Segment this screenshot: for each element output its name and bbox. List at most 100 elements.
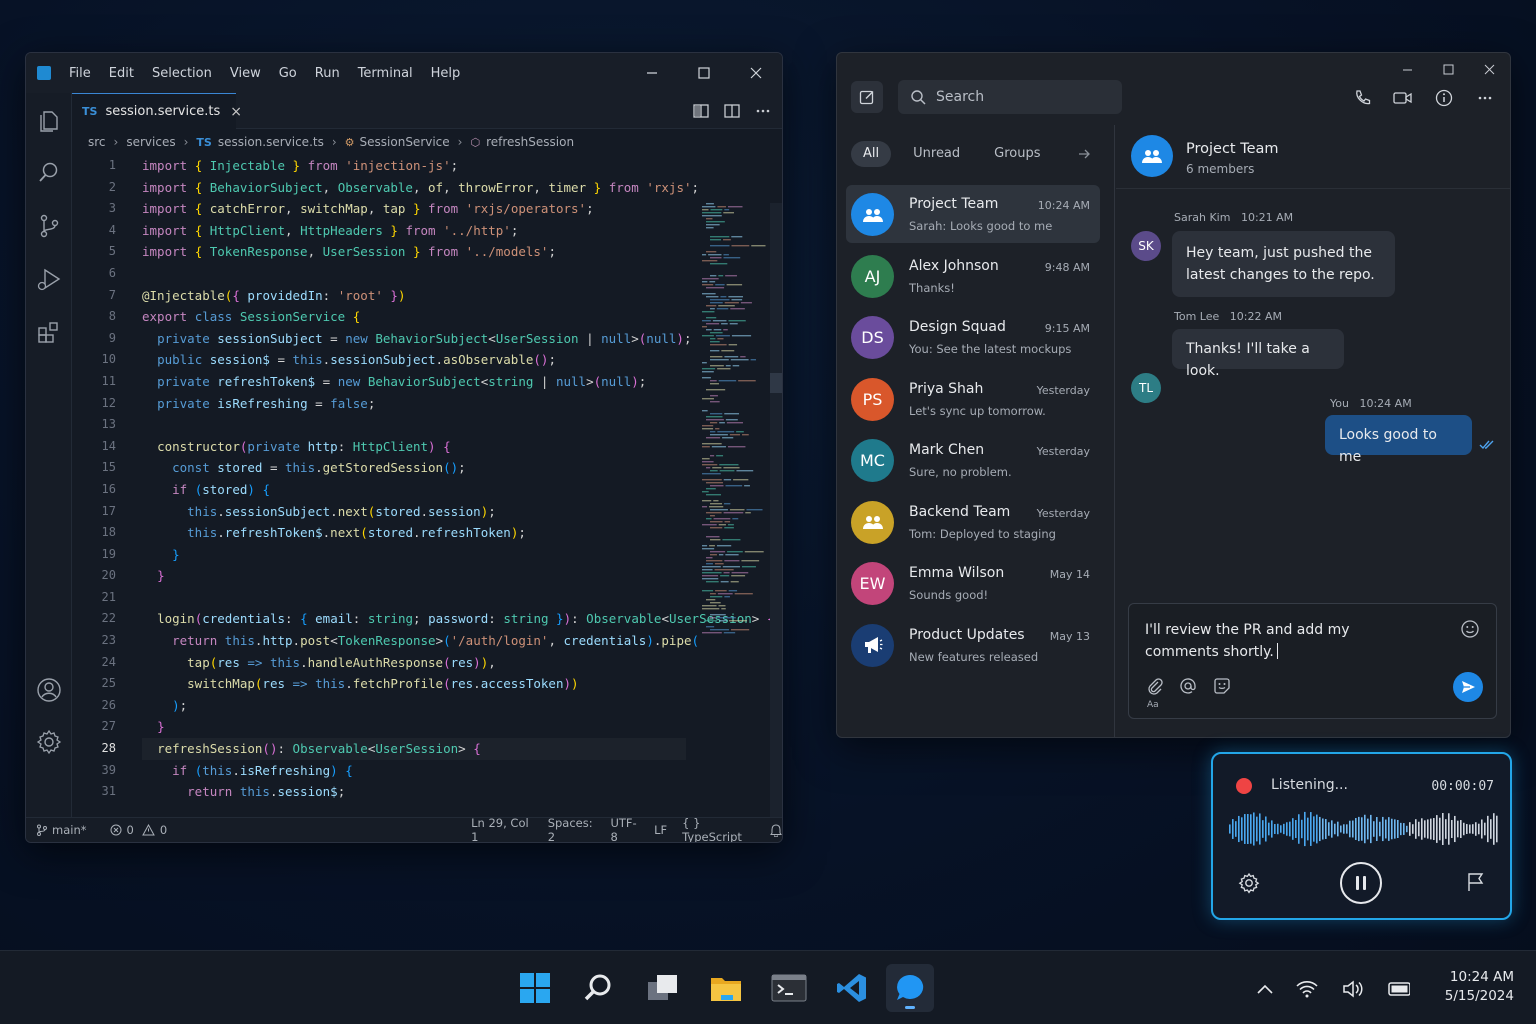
extensions-icon[interactable] (35, 318, 63, 346)
code-line[interactable]: return this.session$; (142, 781, 686, 803)
code-line[interactable] (142, 587, 686, 609)
vscode-taskbar-button[interactable] (828, 964, 876, 1012)
maximize-button[interactable] (678, 53, 730, 93)
system-clock[interactable]: 10:24 AM 5/15/2024 (1445, 968, 1514, 1006)
voice-settings-button[interactable] (1238, 872, 1260, 894)
minimap[interactable] (698, 203, 768, 643)
chat-maximize-button[interactable] (1428, 53, 1469, 85)
code-line[interactable]: ); (142, 695, 686, 717)
chat-close-button[interactable] (1469, 53, 1510, 85)
code-line[interactable]: private isRefreshing = false; (142, 393, 686, 415)
breadcrumb-src[interactable]: src (88, 135, 106, 149)
breadcrumb-services[interactable]: services (126, 135, 175, 149)
menu-run[interactable]: Run (315, 66, 340, 81)
conversation-item[interactable]: Backend Team Tom: Deployed to staging Yest… (846, 493, 1100, 551)
more-options-button[interactable] (1474, 87, 1496, 109)
new-chat-button[interactable] (851, 81, 883, 113)
message-bubble[interactable]: Thanks! I'll take a look. (1172, 329, 1344, 379)
taskbar-search-button[interactable] (574, 964, 622, 1012)
split-editor-icon[interactable] (723, 102, 741, 120)
menu-file[interactable]: File (69, 66, 91, 81)
code-line[interactable]: this.refreshToken$.next(stored.refreshTo… (142, 522, 686, 544)
code-line[interactable]: const stored = this.getStoredSession(); (142, 457, 686, 479)
code-line[interactable]: login(credentials: { email: string; pass… (142, 608, 774, 630)
code-editor[interactable]: 1 2 3 4 5 6 7 8 9 10 11 12 13 14 15 16 17 18 19 20 21 22 23 24 2… (72, 155, 782, 842)
notifications-bell-icon[interactable] (770, 823, 782, 837)
wifi-icon[interactable] (1296, 978, 1318, 1000)
send-button[interactable] (1453, 672, 1483, 702)
composer-input[interactable]: I'll review the PR and add my comments s… (1145, 619, 1385, 663)
call-button[interactable] (1351, 87, 1373, 109)
account-icon[interactable] (35, 676, 63, 704)
menu-view[interactable]: View (230, 66, 261, 81)
task-view-button[interactable] (639, 964, 687, 1012)
volume-icon[interactable] (1342, 978, 1364, 1000)
conversation-item[interactable]: MC Mark Chen Sure, no problem. Yesterday (846, 431, 1100, 489)
code-line[interactable]: constructor(private http: HttpClient) { (142, 436, 686, 458)
message-bubble[interactable]: Hey team, just pushed the latest changes… (1172, 231, 1395, 297)
conversation-item[interactable]: Project Team Sarah: Looks good to me 10:24… (846, 185, 1100, 243)
code-line[interactable]: refreshSession(): Observable<UserSession… (142, 738, 686, 760)
code-line[interactable]: export class SessionService { (142, 306, 686, 328)
mention-icon[interactable] (1178, 676, 1198, 696)
indentation[interactable]: Spaces: 2 (548, 816, 596, 842)
run-debug-icon[interactable] (35, 265, 63, 293)
code-line[interactable] (142, 414, 686, 436)
code-line[interactable]: import { Injectable } from 'injection-js… (142, 155, 686, 177)
code-line[interactable]: } (142, 565, 686, 587)
video-call-button[interactable] (1392, 87, 1414, 109)
emoji-icon[interactable] (1460, 619, 1480, 639)
editor-scrollbar[interactable] (770, 203, 782, 842)
code-line[interactable]: private sessionSubject = new BehaviorSub… (142, 328, 691, 350)
code-line[interactable]: import { BehaviorSubject, Observable, of… (142, 177, 699, 199)
menu-edit[interactable]: Edit (109, 66, 134, 81)
code-line[interactable]: tap(res => this.handleAuthResponse(res))… (142, 652, 686, 674)
format-text-label[interactable]: Aa (1147, 700, 1159, 710)
search-icon[interactable] (35, 159, 63, 187)
message-bubble-own[interactable]: Looks good to me (1325, 415, 1472, 465)
battery-icon[interactable] (1388, 978, 1410, 1000)
code-line[interactable]: private refreshToken$ = new BehaviorSubj… (142, 371, 686, 393)
filter-unread[interactable]: Unread (901, 141, 972, 167)
menu-selection[interactable]: Selection (152, 66, 212, 81)
menu-go[interactable]: Go (279, 66, 297, 81)
avatar[interactable]: SK (1131, 231, 1161, 261)
settings-gear-icon[interactable] (35, 728, 63, 756)
filter-groups[interactable]: Groups (982, 141, 1052, 167)
conversation-item[interactable]: EW Emma Wilson Sounds good! May 14 (846, 554, 1100, 612)
chat-minimize-button[interactable] (1387, 53, 1428, 85)
group-avatar[interactable] (1131, 135, 1173, 177)
language-mode[interactable]: { } TypeScript (682, 816, 752, 842)
conversation-item[interactable]: DS Design Squad You: See the latest mockup… (846, 308, 1100, 366)
conversation-item[interactable]: AJ Alex Johnson Thanks! 9:48 AM (846, 247, 1100, 305)
conversation-item[interactable]: Product Updates New features released May … (846, 616, 1100, 674)
cursor-position[interactable]: Ln 29, Col 1 (471, 816, 530, 842)
file-explorer-button[interactable] (702, 964, 750, 1012)
pause-button[interactable] (1340, 862, 1382, 904)
split-compare-icon[interactable] (692, 102, 710, 120)
more-filters-arrow-icon[interactable] (1077, 147, 1091, 161)
breadcrumb-file[interactable]: session.service.ts (218, 135, 324, 149)
more-actions-icon[interactable] (754, 102, 772, 120)
source-control-icon[interactable] (35, 212, 63, 240)
code-line[interactable]: } (142, 716, 686, 738)
show-hidden-icons-chevron-up-icon[interactable] (1254, 978, 1276, 1000)
breadcrumb-method[interactable]: refreshSession (486, 135, 574, 149)
tab-close-icon[interactable]: × (230, 104, 242, 120)
code-line[interactable]: } (142, 544, 686, 566)
close-button[interactable] (730, 53, 782, 93)
explorer-icon[interactable] (35, 106, 63, 134)
encoding[interactable]: UTF-8 (610, 816, 639, 842)
problems-indicator[interactable]: 0 0 (110, 823, 167, 837)
code-line[interactable]: this.sessionSubject.next(stored.session)… (142, 501, 686, 523)
code-line[interactable]: switchMap(res => this.fetchProfile(res.a… (142, 673, 686, 695)
code-line[interactable]: import { catchError, switchMap, tap } fr… (142, 198, 686, 220)
line-ending[interactable]: LF (654, 823, 667, 837)
scrollbar-thumb[interactable] (770, 373, 782, 393)
chat-taskbar-button[interactable] (886, 964, 934, 1012)
flag-button[interactable] (1466, 872, 1486, 892)
minimize-button[interactable] (626, 53, 678, 93)
attach-icon[interactable] (1145, 676, 1165, 696)
menu-terminal[interactable]: Terminal (358, 66, 413, 81)
menu-help[interactable]: Help (431, 66, 461, 81)
